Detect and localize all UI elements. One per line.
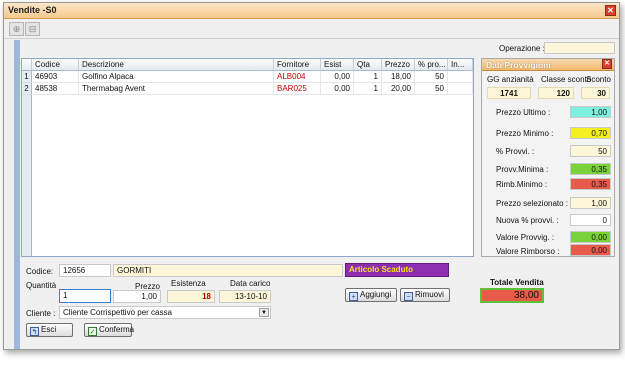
totale-vendita-field: 38,00 bbox=[480, 288, 544, 303]
cell-provv[interactable]: 50 bbox=[415, 83, 448, 95]
operazione-label: Operazione : bbox=[499, 44, 545, 53]
gg-anzianita-field[interactable]: 1741 bbox=[487, 87, 531, 99]
toolbar-separator bbox=[4, 38, 619, 39]
prezzo-minimo-label: Prezzo Minimo : bbox=[496, 129, 554, 138]
cell-descrizione[interactable]: Thermabag Avent bbox=[79, 83, 274, 95]
panel-header: Dati Provvigioni ✕ bbox=[482, 59, 614, 71]
valore-provvig-label: Valore Provvig. : bbox=[496, 233, 555, 242]
sconto-field[interactable]: 30 bbox=[581, 87, 610, 99]
cell-qta[interactable]: 1 bbox=[354, 83, 382, 95]
col-header-codice[interactable]: Codice bbox=[32, 59, 79, 71]
rimuovi-label: Rimuovi bbox=[415, 290, 444, 299]
nuova-provvi-field[interactable]: 0 bbox=[570, 214, 611, 226]
panel-title: Dati Provvigioni bbox=[486, 60, 551, 70]
row-number[interactable]: 1 bbox=[22, 71, 32, 83]
totale-vendita-label: Totale Vendita bbox=[490, 278, 544, 287]
prezzo-selezionato-field[interactable]: 1,00 bbox=[570, 197, 611, 209]
cell-in[interactable] bbox=[448, 83, 473, 95]
window-title: Vendite -S0 bbox=[8, 5, 57, 15]
codice-label: Codice: bbox=[26, 267, 54, 276]
esci-button[interactable]: ↰ Esci bbox=[26, 323, 73, 337]
check-icon: ✓ bbox=[88, 327, 97, 336]
cell-prezzo[interactable]: 20,00 bbox=[382, 83, 415, 95]
valore-provvig-field[interactable]: 0,00 bbox=[570, 231, 611, 243]
add-icon: + bbox=[349, 292, 358, 301]
left-accent-bar bbox=[14, 40, 20, 349]
rimb-minimo-label: Rimb.Minimo : bbox=[496, 180, 548, 189]
col-header-descrizione[interactable]: Descrizione bbox=[79, 59, 274, 71]
classe-sconto-field[interactable]: 120 bbox=[538, 87, 574, 99]
data-carico-field: 13-10-10 bbox=[219, 290, 271, 303]
gg-anzianita-label: GG anzianità bbox=[487, 75, 534, 84]
prezzo-input[interactable]: 1,00 bbox=[113, 290, 161, 303]
col-header-esist[interactable]: Esist bbox=[321, 59, 354, 71]
cell-fornitore[interactable]: ALB004 bbox=[274, 71, 321, 83]
provvi-field[interactable]: 50 bbox=[570, 145, 611, 157]
quantita-label: Quantità bbox=[26, 281, 57, 290]
cliente-label: Cliente : bbox=[26, 309, 56, 318]
vendite-window: Vendite -S0 ✕ ⊕ ⊟ Operazione : Codice De… bbox=[3, 2, 620, 350]
provvigioni-panel: Dati Provvigioni ✕ GG anzianità Classe s… bbox=[481, 58, 615, 257]
provv-minima-field[interactable]: 0,35 bbox=[570, 163, 611, 175]
codice-input[interactable]: 12656 bbox=[59, 264, 111, 277]
cliente-value: Cliente Corrispettivo per cassa bbox=[63, 308, 172, 317]
prezzo-ultimo-label: Prezzo Ultimo : bbox=[496, 108, 551, 117]
cell-codice[interactable]: 46903 bbox=[32, 71, 79, 83]
toolbar-remove-icon[interactable]: ⊟ bbox=[25, 22, 40, 36]
conferma-label: Conferma bbox=[99, 325, 135, 334]
quantita-input[interactable]: 1 bbox=[59, 289, 111, 303]
valore-rimborso-field[interactable]: 0,00 bbox=[570, 244, 611, 256]
nuova-provvi-label: Nuova % provvi. : bbox=[496, 216, 559, 225]
data-carico-label: Data carico bbox=[230, 279, 271, 288]
row-gutter bbox=[22, 71, 32, 256]
esistenza-field: 18 bbox=[167, 290, 215, 303]
close-window-button[interactable]: ✕ bbox=[605, 5, 616, 16]
panel-close-button[interactable]: ✕ bbox=[602, 59, 612, 69]
classe-sconto-label: Classe sconto bbox=[541, 75, 592, 84]
esci-label: Esci bbox=[41, 325, 57, 334]
col-header-provv[interactable]: % pro... bbox=[415, 59, 448, 71]
operazione-field[interactable] bbox=[544, 42, 615, 54]
cell-esist[interactable]: 0,00 bbox=[321, 71, 354, 83]
esistenza-label: Esistenza bbox=[171, 279, 206, 288]
sconto-label: Sconto bbox=[586, 75, 611, 84]
cell-in[interactable] bbox=[448, 71, 473, 83]
cell-prezzo[interactable]: 18,00 bbox=[382, 71, 415, 83]
prezzo-ultimo-field[interactable]: 1,00 bbox=[570, 106, 611, 118]
descrizione-field: GORMITI bbox=[113, 264, 343, 277]
cell-esist[interactable]: 0,00 bbox=[321, 83, 354, 95]
cell-codice[interactable]: 48538 bbox=[32, 83, 79, 95]
grid-corner bbox=[22, 59, 32, 71]
col-header-prezzo[interactable]: Prezzo bbox=[382, 59, 415, 71]
col-header-qta[interactable]: Qta bbox=[354, 59, 382, 71]
aggiungi-label: Aggiungi bbox=[360, 290, 392, 299]
valore-rimborso-label: Valore Rimborso : bbox=[496, 247, 560, 256]
prezzo-minimo-field[interactable]: 0,70 bbox=[570, 127, 611, 139]
cell-qta[interactable]: 1 bbox=[354, 71, 382, 83]
provvi-label: % Provvi. : bbox=[496, 147, 535, 156]
provv-minima-label: Provv.Minima : bbox=[496, 165, 549, 174]
rimuovi-button[interactable]: − Rimuovi bbox=[400, 288, 450, 302]
cell-descrizione[interactable]: Golfino Alpaca bbox=[79, 71, 274, 83]
row-number[interactable]: 2 bbox=[22, 83, 32, 95]
title-bar: Vendite -S0 ✕ bbox=[4, 3, 619, 19]
col-header-fornitore[interactable]: Fornitore bbox=[274, 59, 321, 71]
articles-grid: Codice Descrizione Fornitore Esist Qta P… bbox=[21, 58, 474, 257]
conferma-button[interactable]: ✓ Conferma bbox=[84, 323, 135, 337]
cliente-select[interactable]: Cliente Corrispettivo per cassa ▼ bbox=[59, 306, 271, 319]
toolbar-add-icon[interactable]: ⊕ bbox=[9, 22, 24, 36]
articolo-scaduto-badge: Articolo Scaduto bbox=[345, 263, 449, 277]
cell-provv[interactable]: 50 bbox=[415, 71, 448, 83]
rimb-minimo-field[interactable]: 0,35 bbox=[570, 178, 611, 190]
remove-icon: − bbox=[404, 292, 413, 301]
chevron-down-icon[interactable]: ▼ bbox=[259, 308, 269, 317]
aggiungi-button[interactable]: + Aggiungi bbox=[345, 288, 397, 302]
cell-fornitore[interactable]: BAR025 bbox=[274, 83, 321, 95]
prezzo-selezionato-label: Prezzo selezionato : bbox=[496, 199, 569, 208]
exit-icon: ↰ bbox=[30, 327, 39, 336]
col-header-in[interactable]: In... bbox=[448, 59, 473, 71]
